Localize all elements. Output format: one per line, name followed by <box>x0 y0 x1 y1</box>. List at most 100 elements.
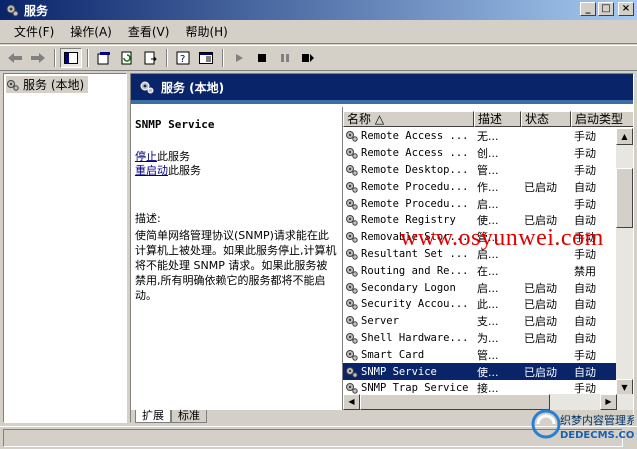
start-service-icon[interactable] <box>228 48 250 68</box>
service-name-text: Routing and Re... <box>361 264 469 277</box>
minimize-button[interactable]: _ <box>580 2 596 16</box>
table-row[interactable]: Remote Access ... 无... 手动 <box>343 128 617 145</box>
tab-standard[interactable]: 标准 <box>171 410 207 423</box>
table-row[interactable]: Routing and Re... 在... 禁用 <box>343 262 617 279</box>
service-name-cell: Routing and Re... <box>343 265 474 277</box>
service-gear-icon <box>345 130 359 143</box>
tree-item-services-local[interactable]: 服务 (本地) <box>6 76 89 93</box>
scroll-right-icon[interactable]: ▶ <box>600 394 617 410</box>
svg-text:?: ? <box>180 54 185 65</box>
table-row[interactable]: Secondary Logon 启... 已启动 自动 <box>343 279 617 296</box>
menu-action[interactable]: 操作(A) <box>62 21 120 42</box>
service-description-cell: 创... <box>477 147 499 161</box>
service-startup-cell: 自动 <box>574 315 596 329</box>
service-description-cell: 管... <box>477 163 499 177</box>
help-icon[interactable]: ? <box>172 48 194 68</box>
table-row[interactable]: Remote Procedu... 启... 手动 <box>343 195 617 212</box>
export-list-icon[interactable] <box>139 48 161 68</box>
table-row[interactable]: Remote Desktop... 管... 手动 <box>343 162 617 179</box>
table-row[interactable]: Smart Card 管... 手动 <box>343 346 617 363</box>
table-row[interactable]: Resultant Set ... 启... 手动 <box>343 246 617 263</box>
service-description-cell: 为... <box>477 331 499 345</box>
service-name-cell: SNMP Service <box>343 366 474 378</box>
service-description-cell: 作... <box>477 180 499 194</box>
restart-suffix: 此服务 <box>168 164 201 177</box>
menu-bar: 文件(F) 操作(A) 查看(V) 帮助(H) <box>0 20 637 44</box>
service-gear-icon <box>345 147 359 159</box>
menu-file[interactable]: 文件(F) <box>6 21 62 42</box>
service-startup-cell: 手动 <box>574 231 596 245</box>
table-row[interactable]: Shell Hardware... 为... 已启动 自动 <box>343 330 617 347</box>
service-startup-cell: 自动 <box>574 331 596 345</box>
close-button[interactable]: × <box>618 2 634 16</box>
service-name-cell: Removable Stor... <box>343 231 474 243</box>
table-row[interactable]: SNMP Service 使... 已启动 自动 <box>343 363 617 380</box>
service-gear-icon <box>345 231 359 243</box>
status-bar <box>0 426 637 449</box>
service-name-text: Remote Procedu... <box>361 180 469 193</box>
column-status[interactable]: 状态 <box>521 111 571 127</box>
table-row[interactable]: Remote Registry 使... 已启动 自动 <box>343 212 617 229</box>
back-arrow-icon[interactable] <box>4 48 26 68</box>
pane-header-title: 服务 (本地) <box>161 80 225 95</box>
vertical-scrollbar[interactable]: ▲ ▼ <box>616 128 633 396</box>
table-row[interactable]: Remote Procedu... 作... 已启动 自动 <box>343 178 617 195</box>
service-name-cell: Remote Access ... <box>343 147 474 159</box>
column-startup-type[interactable]: 启动类型 <box>571 111 633 127</box>
toolbar-separator <box>87 49 89 67</box>
services-gear-icon <box>6 79 20 91</box>
service-name-cell: Server <box>343 315 474 327</box>
scroll-left-icon[interactable]: ◀ <box>343 394 360 410</box>
service-status-cell: 已启动 <box>524 331 557 345</box>
console-icon[interactable] <box>195 48 217 68</box>
menu-view[interactable]: 查看(V) <box>120 21 178 42</box>
table-row[interactable]: Security Accou... 此... 已启动 自动 <box>343 296 617 313</box>
service-startup-cell: 自动 <box>574 180 596 194</box>
column-description[interactable]: 描述 <box>474 111 521 127</box>
service-status-cell: 已启动 <box>524 180 557 194</box>
stop-suffix: 此服务 <box>157 150 190 163</box>
service-name-text: Smart Card <box>361 348 425 361</box>
refresh-icon[interactable] <box>116 48 138 68</box>
table-row[interactable]: Server 支... 已启动 自动 <box>343 313 617 330</box>
service-name-cell: SNMP Trap Service <box>343 382 474 394</box>
tab-extended[interactable]: 扩展 <box>135 410 171 423</box>
pause-service-icon[interactable] <box>274 48 296 68</box>
stop-service-link[interactable]: 停止 <box>135 150 157 163</box>
title-bar[interactable]: 服务 _ □ × <box>0 0 637 20</box>
pane-header: 服务 (本地) <box>131 74 633 100</box>
service-gear-icon <box>345 248 359 260</box>
service-description-cell: 在... <box>477 264 499 278</box>
properties-icon[interactable] <box>93 48 115 68</box>
toolbar: ? <box>0 45 637 71</box>
service-gear-icon <box>345 332 359 344</box>
service-name-cell: Remote Procedu... <box>343 198 474 210</box>
maximize-button[interactable]: □ <box>598 2 614 16</box>
show-tree-icon[interactable] <box>60 48 82 68</box>
service-detail: SNMP Service 停止此服务 重启动此服务 描述: 使简单网络管理协议(… <box>131 104 341 410</box>
service-startup-cell: 自动 <box>574 214 596 228</box>
forward-arrow-icon[interactable] <box>27 48 49 68</box>
service-description-cell: 管... <box>477 348 499 362</box>
service-status-cell: 已启动 <box>524 214 557 228</box>
service-name-text: Resultant Set ... <box>361 247 469 260</box>
horizontal-scrollbar[interactable]: ◀ ▶ <box>343 394 633 410</box>
stop-service-icon[interactable] <box>251 48 273 68</box>
service-name-text: Remote Registry <box>361 214 456 227</box>
table-row[interactable]: Removable Stor... 管... 手动 <box>343 229 617 246</box>
service-description-cell: 无... <box>477 130 499 144</box>
vertical-scroll-thumb[interactable] <box>616 168 633 228</box>
column-name[interactable]: 名称 △ <box>343 111 474 127</box>
service-gear-icon <box>345 315 359 327</box>
service-name-text: SNMP Trap Service <box>361 382 469 395</box>
list-rows: Remote Access ... 无... 手动 Remote Access ...… <box>343 128 617 396</box>
restart-service-link[interactable]: 重启动 <box>135 164 168 177</box>
restart-service-icon[interactable] <box>297 48 319 68</box>
service-name-text: Shell Hardware... <box>361 331 469 344</box>
menu-help[interactable]: 帮助(H) <box>177 21 235 42</box>
scroll-up-icon[interactable]: ▲ <box>616 128 633 145</box>
table-row[interactable]: Remote Access ... 创... 手动 <box>343 145 617 162</box>
service-name-cell: Remote Desktop... <box>343 164 474 176</box>
horizontal-scroll-thumb[interactable] <box>360 394 550 410</box>
list-header: 名称 △ 描述 状态 启动类型 <box>343 111 633 127</box>
